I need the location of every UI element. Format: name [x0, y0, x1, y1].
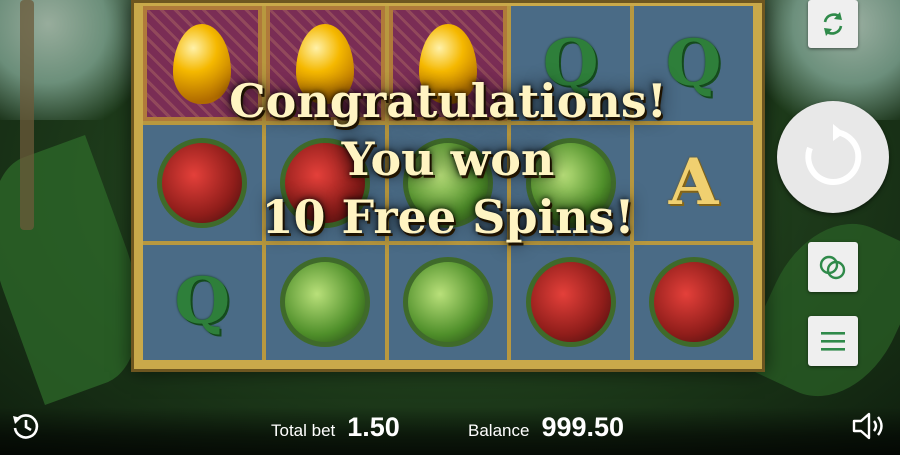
you-won-text: You won [341, 132, 555, 186]
red-parrot-icon [525, 257, 616, 348]
history-button[interactable] [8, 408, 44, 444]
sound-icon [852, 412, 883, 440]
reel-symbol: Q [143, 244, 262, 360]
free-spins-text: 10 Free Spins! [261, 190, 635, 244]
congratulations-text: Congratulations! [229, 74, 667, 128]
balance-label: Balance [468, 421, 530, 440]
autoplay-icon [823, 12, 843, 36]
bet-settings-button[interactable] [808, 242, 858, 292]
balance-value: 999.50 [541, 412, 625, 442]
menu-icon [821, 332, 845, 351]
red-parrot-icon [648, 257, 739, 348]
sound-button[interactable] [850, 408, 890, 444]
coins-icon [819, 255, 846, 280]
letter-q-symbol: Q [174, 264, 231, 340]
green-parrot-icon [280, 257, 371, 348]
spin-button[interactable] [777, 101, 889, 213]
total-bet-label: Total bet [271, 421, 336, 440]
history-icon [13, 414, 39, 439]
reel-symbol [634, 244, 753, 360]
menu-button[interactable] [808, 316, 858, 366]
total-bet-value: 1.50 [347, 412, 400, 442]
reel-symbol [511, 244, 631, 360]
total-bet-display: Total bet 1.50 [271, 412, 400, 443]
reel-symbol [388, 244, 508, 360]
green-parrot-icon [402, 257, 493, 348]
palm-trunk [20, 0, 34, 230]
reel-symbol [265, 244, 385, 360]
balance-display: Balance 999.50 [468, 412, 624, 443]
autoplay-button[interactable] [808, 0, 858, 48]
bottom-bar [0, 407, 900, 455]
free-spins-win-message: Congratulations! You won 10 Free Spins! [131, 72, 765, 246]
spin-icon [805, 124, 862, 185]
